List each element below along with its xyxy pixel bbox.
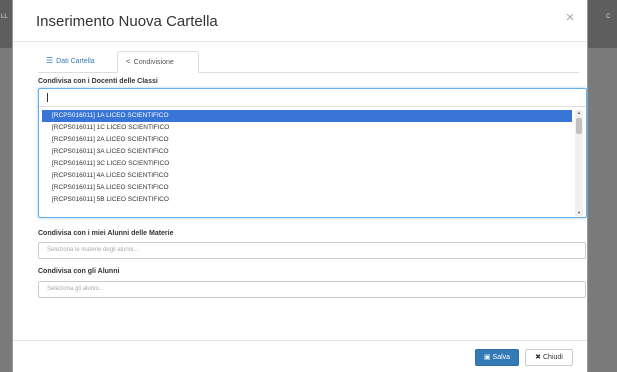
tab-condivisione[interactable]: < Condivisione [117,51,199,73]
close-x-icon: ✖ [535,354,541,361]
close-icon[interactable]: × [563,10,577,26]
modal-backdrop-left [0,0,12,372]
scroll-down-icon[interactable]: ▼ [575,210,583,216]
materie-select[interactable]: Seleziona le materie degli alunni... [38,242,586,259]
materie-placeholder: Seleziona le materie degli alunni... [47,247,139,253]
docenti-option[interactable]: [RCPS016011] 5B LICEO SCIENTIFICO [42,194,572,206]
materie-label: Condivisa con i miei Alunni delle Materi… [38,230,174,237]
docenti-option[interactable]: [RCPS016011] 1A LICEO SCIENTIFICO [42,110,572,122]
background-text-right: C [606,14,611,20]
alunni-label: Condivisa con gli Alunni [38,268,120,275]
docenti-option[interactable]: [RCPS016011] 4A LICEO SCIENTIFICO [42,170,572,182]
tab-dati-cartella[interactable]: ☰ Dati Cartella [38,51,114,73]
docenti-options-list: [RCPS016011] 1A LICEO SCIENTIFICO [RCPS0… [42,110,572,216]
background-text-left: LL [1,14,8,20]
docenti-option[interactable]: [RCPS016011] 3C LICEO SCIENTIFICO [42,158,572,170]
docenti-option[interactable]: [RCPS016011] 3A LICEO SCIENTIFICO [42,146,572,158]
chiudi-button-label: Chiudi [543,354,563,361]
share-icon: < [126,57,131,66]
docenti-multiselect[interactable]: [RCPS016011] 1A LICEO SCIENTIFICO [RCPS0… [38,88,587,218]
tab-condivisione-label: Condivisione [133,59,174,66]
docenti-label: Condivisa con i Docenti delle Classi [38,78,158,85]
save-button-label: Salva [492,354,511,361]
chiudi-button[interactable]: ✖ Chiudi [525,349,573,366]
scroll-up-icon[interactable]: ▲ [575,110,583,116]
tab-bar: ☰ Dati Cartella < Condivisione [38,51,579,73]
options-scrollbar[interactable]: ▲ ▼ [575,110,583,216]
docenti-option[interactable]: [RCPS016011] 5A LICEO SCIENTIFICO [42,182,572,194]
tab-dati-cartella-label: Dati Cartella [56,58,95,65]
alunni-select[interactable]: Seleziona gli alunni... [38,281,586,298]
alunni-placeholder: Seleziona gli alunni... [47,286,104,292]
modal-header: Inserimento Nuova Cartella × [13,0,587,42]
list-icon: ☰ [46,56,54,65]
save-button[interactable]: ▣ Salva [475,349,519,366]
docenti-option[interactable]: [RCPS016011] 1C LICEO SCIENTIFICO [42,122,572,134]
modal-backdrop-right [588,0,617,372]
modal-dialog: Inserimento Nuova Cartella × ☰ Dati Carte… [12,0,588,372]
scrollbar-thumb[interactable] [576,118,582,134]
docenti-search-input[interactable] [39,89,586,107]
modal-footer: ▣ Salva ✖ Chiudi [13,340,587,372]
save-icon: ▣ [483,354,491,361]
background-navbar-right [588,0,617,48]
docenti-option[interactable]: [RCPS016011] 2A LICEO SCIENTIFICO [42,134,572,146]
text-cursor [47,93,48,102]
modal-title: Inserimento Nuova Cartella [36,13,218,30]
background-navbar-left [0,0,12,48]
